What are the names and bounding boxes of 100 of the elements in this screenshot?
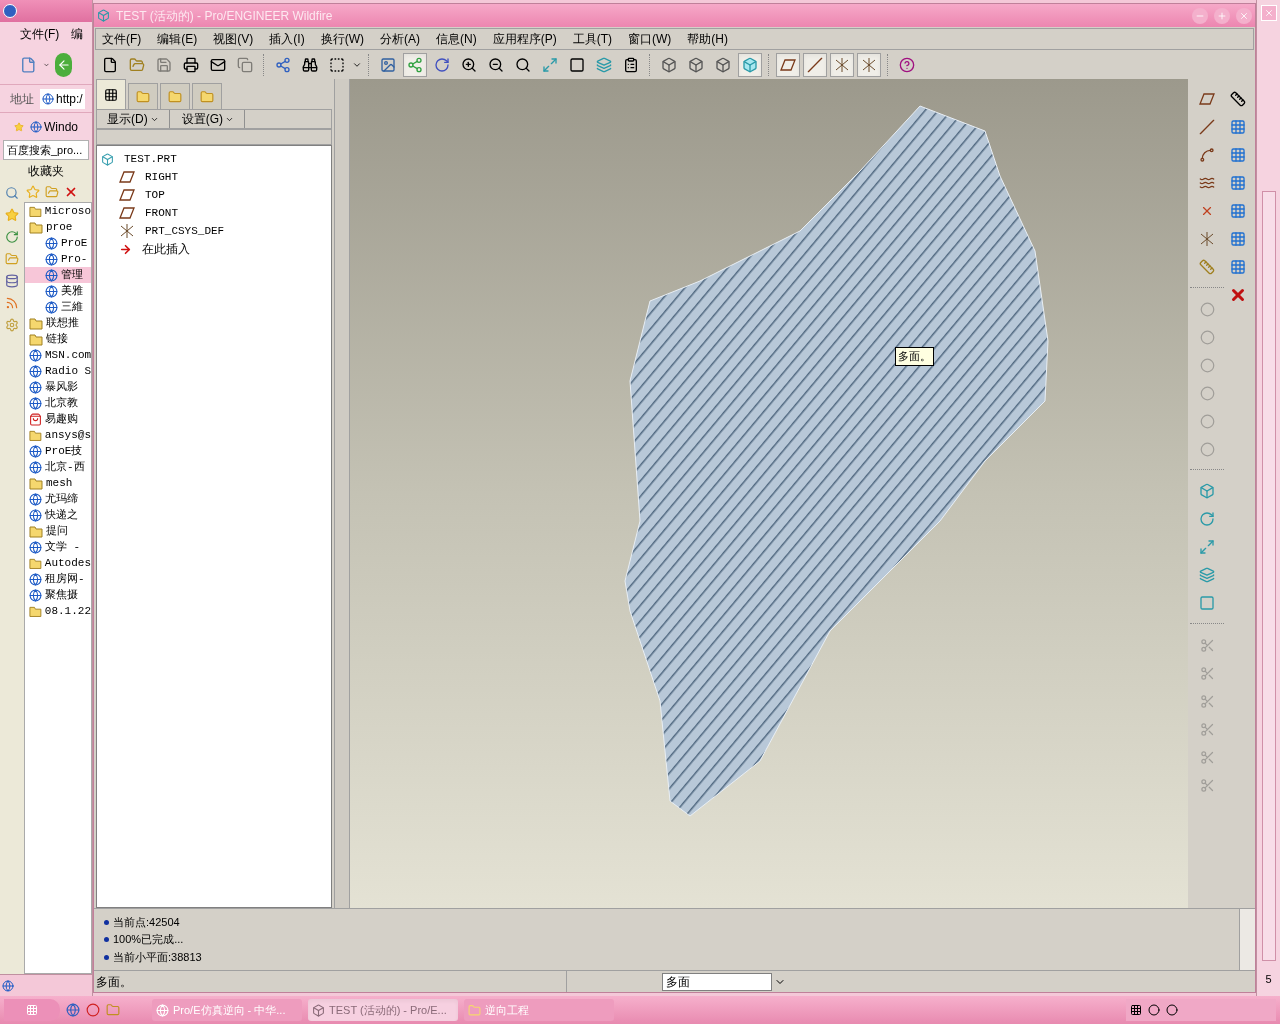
datum-toggle-icon[interactable] (776, 53, 800, 77)
close-icon (1263, 8, 1274, 18)
favorite-item[interactable]: ProE (25, 235, 91, 251)
search-icon[interactable] (5, 186, 19, 200)
tree-menu-button[interactable]: 显示(D) (97, 110, 170, 128)
history-icon[interactable] (5, 230, 19, 244)
circle-icon[interactable] (1166, 1004, 1178, 1016)
menu-item[interactable]: 工具(T) (572, 30, 612, 48)
tree-item[interactable]: TOP (145, 186, 165, 204)
filter-field[interactable]: 多面 (661, 972, 772, 991)
favorite-item[interactable]: ansys@s (25, 427, 91, 443)
link-item[interactable]: Windo (30, 117, 78, 136)
star-icon[interactable] (14, 119, 24, 134)
favorite-item[interactable]: Radio S (25, 363, 91, 379)
menu-item[interactable]: 信息(N) (436, 30, 477, 48)
favorite-item[interactable]: 管理 (25, 267, 91, 283)
tree-item[interactable]: PRT_CSYS_DEF (145, 222, 225, 240)
scrollbar[interactable] (1261, 191, 1276, 961)
favorite-item[interactable]: 08.1.22 (25, 603, 91, 619)
cube-icon[interactable] (738, 53, 762, 77)
favorite-item[interactable]: 易趣购 (25, 411, 91, 427)
menu-item[interactable]: 编 (71, 25, 84, 43)
circle-icon[interactable] (1148, 1004, 1160, 1016)
gear-icon[interactable] (5, 318, 19, 332)
grid-icon[interactable] (1130, 1004, 1142, 1016)
tree-item[interactable]: FRONT (145, 204, 178, 222)
menu-item[interactable]: 窗口(W) (628, 30, 672, 48)
tree-item[interactable]: 在此插入 (142, 240, 190, 258)
favorite-item[interactable]: 北京教 (25, 395, 91, 411)
add-favorite-icon[interactable] (26, 185, 40, 199)
favorite-item[interactable]: Autodes (25, 555, 91, 571)
new-folder-icon[interactable] (45, 185, 59, 199)
folder-icon[interactable] (106, 1003, 120, 1017)
datum-toggle-icon[interactable] (830, 53, 854, 77)
message-text: 100%已完成... (113, 932, 184, 948)
back-button[interactable] (55, 53, 72, 77)
message-text: 当前点:42504 (113, 914, 180, 930)
menu-item[interactable]: 文件(F) (102, 30, 142, 48)
search-field[interactable]: 百度搜索_pro... (3, 140, 89, 160)
folder-icon (29, 556, 42, 570)
menu-item[interactable]: 帮助(H) (687, 30, 728, 48)
globe-icon (29, 508, 42, 522)
plane-icon (119, 189, 135, 201)
favorite-item[interactable]: Microso (25, 203, 91, 219)
favorite-item[interactable]: proe (25, 219, 91, 235)
bullet-icon (104, 937, 109, 942)
delete-icon[interactable] (64, 185, 78, 199)
favorite-item[interactable]: 联想推 (25, 315, 91, 331)
scrollbar[interactable] (1239, 909, 1255, 970)
favorite-item[interactable]: 链接 (25, 331, 91, 347)
menu-item[interactable]: 换行(W) (320, 30, 364, 48)
tree-item[interactable]: RIGHT (145, 168, 178, 186)
address-field[interactable]: http:/ (40, 88, 85, 109)
axes-icon (1199, 232, 1215, 246)
favorite-item[interactable]: 聚焦摄 (25, 587, 91, 603)
windows-logo-icon (26, 1004, 38, 1016)
favorite-item[interactable]: ProE技 (25, 443, 91, 459)
rss-icon[interactable] (5, 296, 19, 310)
favorite-item[interactable]: 暴风影 (25, 379, 91, 395)
favorite-item[interactable]: 三維 (25, 299, 91, 315)
favorite-item[interactable]: 尤玛缔 (25, 491, 91, 507)
start-button[interactable] (4, 999, 60, 1021)
tree-item[interactable]: TEST.PRT (124, 150, 177, 168)
favorite-item[interactable]: Pro- (25, 251, 91, 267)
datum-toggle-icon[interactable] (857, 53, 881, 77)
menu-item[interactable]: 插入(I) (269, 30, 305, 48)
taskbar-button[interactable]: TEST (活动的) - Pro/E... (308, 999, 458, 1021)
minimize-button[interactable] (1192, 7, 1208, 24)
window-title: TEST (活动的) - Pro/ENGINEER Wildfire (116, 7, 333, 25)
close-button[interactable] (1260, 5, 1277, 21)
star-icon[interactable] (5, 208, 19, 222)
database-icon[interactable] (5, 274, 19, 288)
folder-icon (29, 476, 43, 490)
tree-menu-button[interactable]: 设置(G) (171, 110, 245, 128)
globe-icon (45, 236, 58, 250)
dropdown-icon[interactable] (352, 60, 362, 70)
datum-toggle-icon[interactable] (803, 53, 827, 77)
favorite-item[interactable]: 美雅 (25, 283, 91, 299)
favorite-item[interactable]: 提问 (25, 523, 91, 539)
favorite-item[interactable]: mesh (25, 475, 91, 491)
browser-icon[interactable] (66, 1003, 80, 1017)
menu-item[interactable]: 文件(F) (20, 25, 60, 43)
favorite-item[interactable]: 文学 - (25, 539, 91, 555)
folder-icon (29, 204, 42, 218)
favorite-item[interactable]: 快递之 (25, 507, 91, 523)
plane-icon (780, 59, 796, 71)
favorite-item[interactable]: 北京-西 (25, 459, 91, 475)
bullet-icon (104, 919, 109, 925)
maximize-button[interactable] (1214, 7, 1230, 24)
folder-icon[interactable] (5, 252, 19, 266)
menu-item[interactable]: 视图(V) (213, 30, 254, 48)
favorite-item[interactable]: 租房网- (25, 571, 91, 587)
menu-item[interactable]: 分析(A) (380, 30, 420, 48)
cube-icon (312, 1003, 325, 1017)
menu-item[interactable]: 应用程序(P) (492, 30, 557, 48)
navigator-tab[interactable] (96, 79, 126, 109)
close-button[interactable] (1236, 7, 1252, 24)
favorite-item[interactable]: MSN.com (25, 347, 91, 363)
folder-icon (29, 332, 43, 346)
menu-item[interactable]: 编辑(E) (157, 30, 198, 48)
